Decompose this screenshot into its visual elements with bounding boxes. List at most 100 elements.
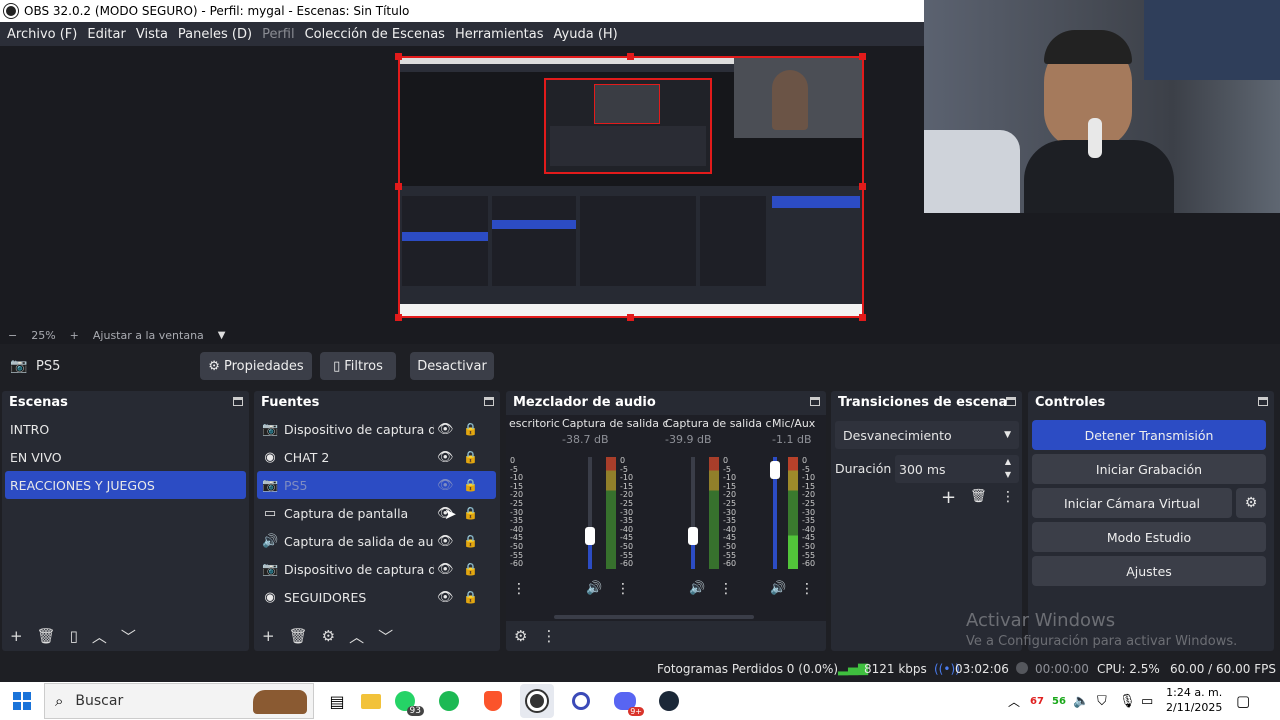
source-item[interactable]: 📷 Dispositivo de captura de v 👁 🔒 <box>254 555 500 583</box>
obs-taskbar-icon[interactable] <box>520 684 554 718</box>
notifications-icon[interactable]: ▢ <box>1236 692 1250 710</box>
eye-hidden-icon[interactable]: 👁 <box>437 478 454 493</box>
more-icon[interactable]: ⋮ <box>616 581 630 597</box>
eye-icon[interactable]: 👁 <box>437 450 454 465</box>
steam-icon[interactable] <box>652 684 686 718</box>
source-item[interactable]: ◉ CHAT 2 👁 🔒 <box>254 443 500 471</box>
filter-icon[interactable]: ▯ <box>70 627 78 645</box>
menu-coleccion-escenas[interactable]: Colección de Escenas <box>300 27 450 42</box>
resize-handle-l[interactable] <box>395 183 402 190</box>
eye-icon[interactable]: 👁 <box>437 422 454 437</box>
fit-window-label[interactable]: Ajustar a la ventana <box>93 329 204 342</box>
trash-icon[interactable]: 🗑 <box>37 627 56 645</box>
trash-icon[interactable]: 🗑 <box>289 627 308 645</box>
zoom-dropdown-icon[interactable]: ▼ <box>218 330 226 341</box>
fader-knob[interactable] <box>585 527 595 545</box>
chevron-up-icon[interactable]: ︿ <box>349 626 364 647</box>
lock-icon[interactable]: 🔒 <box>463 478 478 492</box>
resize-handle-r[interactable] <box>859 183 866 190</box>
lock-icon[interactable]: 🔒 <box>463 590 478 604</box>
task-view-icon[interactable]: ▤ <box>320 684 354 718</box>
mixer-scrollbar[interactable] <box>554 615 754 619</box>
advanced-audio-icon[interactable]: ⚙ <box>514 627 527 645</box>
clock[interactable]: 1:24 a. m. 2/11/2025 <box>1166 685 1222 715</box>
chevron-up-icon[interactable]: ︿ <box>1008 693 1020 710</box>
more-icon[interactable]: ⋮ <box>800 581 814 597</box>
whatsapp-icon[interactable]: 93 <box>388 684 424 718</box>
source-item-selected[interactable]: 📷 PS5 👁 🔒 <box>257 471 496 499</box>
source-item[interactable]: 🔊 Captura de salida de audio 👁 🔒 <box>254 527 500 555</box>
volume-fader[interactable] <box>688 457 698 569</box>
more-icon[interactable]: ⋮ <box>1001 489 1015 505</box>
discord-icon[interactable]: 9+ <box>608 684 644 718</box>
menu-archivo[interactable]: Archivo (F) <box>2 27 82 42</box>
studio-mode-button[interactable]: Modo Estudio <box>1032 522 1266 552</box>
menu-paneles[interactable]: Paneles (D) <box>173 27 257 42</box>
filters-button[interactable]: ▯ Filtros <box>320 352 396 380</box>
settings-button[interactable]: Ajustes <box>1032 556 1266 586</box>
start-virtual-cam-button[interactable]: Iniciar Cámara Virtual <box>1032 488 1232 518</box>
undock-icon[interactable] <box>1006 397 1016 406</box>
gear-icon[interactable]: ⚙ <box>322 627 335 645</box>
lock-icon[interactable]: 🔒 <box>463 422 478 436</box>
properties-button[interactable]: ⚙ Propiedades <box>200 352 312 380</box>
resize-handle-b[interactable] <box>627 314 634 321</box>
spotify-icon[interactable] <box>432 684 466 718</box>
trash-icon[interactable]: 🗑 <box>970 489 987 504</box>
windows-start-icon[interactable] <box>0 684 44 718</box>
scene-item[interactable]: INTRO <box>2 415 249 443</box>
menu-perfil[interactable]: Perfil <box>257 27 300 42</box>
microphone-icon[interactable]: 🎙 <box>1119 694 1136 709</box>
eye-icon[interactable]: 👁 <box>437 534 454 549</box>
lock-icon[interactable]: 🔒 <box>463 562 478 576</box>
chevron-down-icon[interactable]: ﹀ <box>121 626 136 647</box>
eye-icon[interactable]: 👁 <box>437 562 454 577</box>
deactivate-button[interactable]: Desactivar <box>410 352 494 380</box>
source-item[interactable]: ◉ SEGUIDORES 👁 🔒 <box>254 583 500 611</box>
add-icon[interactable]: + <box>262 627 275 645</box>
source-item[interactable]: ▭ Captura de pantalla 👁 🔒 <box>254 499 500 527</box>
zoom-out-button[interactable]: − <box>8 329 17 342</box>
menu-vista[interactable]: Vista <box>131 27 173 42</box>
source-item[interactable]: 📷 Dispositivo de captura de v 👁 🔒 <box>254 415 500 443</box>
stop-stream-button[interactable]: Detener Transmisión <box>1032 420 1266 450</box>
file-explorer-icon[interactable] <box>354 684 388 718</box>
transition-select[interactable]: Desvanecimiento ▼ <box>835 421 1019 449</box>
fader-knob[interactable] <box>688 527 698 545</box>
cortana-icon[interactable] <box>564 684 598 718</box>
undock-icon[interactable] <box>233 397 243 406</box>
brave-icon[interactable] <box>476 684 510 718</box>
speaker-icon[interactable]: 🔊 <box>770 581 786 596</box>
volume-fader[interactable] <box>585 457 595 569</box>
stepper-up-icon[interactable]: ▲ <box>1005 457 1011 466</box>
speaker-icon[interactable]: 🔊 <box>689 581 705 596</box>
add-icon[interactable]: + <box>10 627 23 645</box>
more-icon[interactable]: ⋮ <box>512 581 526 597</box>
scene-item-selected[interactable]: REACCIONES Y JUEGOS <box>5 471 246 499</box>
menu-ayuda[interactable]: Ayuda (H) <box>549 27 623 42</box>
menu-herramientas[interactable]: Herramientas <box>450 27 549 42</box>
start-recording-button[interactable]: Iniciar Grabación <box>1032 454 1266 484</box>
more-icon[interactable]: ⋮ <box>541 627 556 645</box>
zoom-in-button[interactable]: + <box>70 329 79 342</box>
speaker-icon[interactable]: 🔊 <box>586 581 602 596</box>
eye-icon[interactable]: 👁 <box>437 590 454 605</box>
resize-handle-tr[interactable] <box>859 53 866 60</box>
chevron-up-icon[interactable]: ︿ <box>92 626 107 647</box>
lock-icon[interactable]: 🔒 <box>463 450 478 464</box>
menu-editar[interactable]: Editar <box>82 27 131 42</box>
preview-source-frame[interactable] <box>398 56 864 318</box>
add-icon[interactable]: + <box>941 487 956 508</box>
lock-icon[interactable]: 🔒 <box>463 506 478 520</box>
undock-icon[interactable] <box>810 397 820 406</box>
undock-icon[interactable] <box>1258 397 1268 406</box>
fader-knob[interactable] <box>770 461 780 479</box>
scene-item[interactable]: EN VIVO <box>2 443 249 471</box>
volume-fader[interactable] <box>770 457 780 569</box>
undock-icon[interactable] <box>484 397 494 406</box>
taskbar-search[interactable]: ⌕ Buscar <box>44 683 314 719</box>
stepper-down-icon[interactable]: ▼ <box>1005 470 1011 479</box>
resize-handle-t[interactable] <box>627 53 634 60</box>
lock-icon[interactable]: 🔒 <box>463 534 478 548</box>
resize-handle-tl[interactable] <box>395 53 402 60</box>
